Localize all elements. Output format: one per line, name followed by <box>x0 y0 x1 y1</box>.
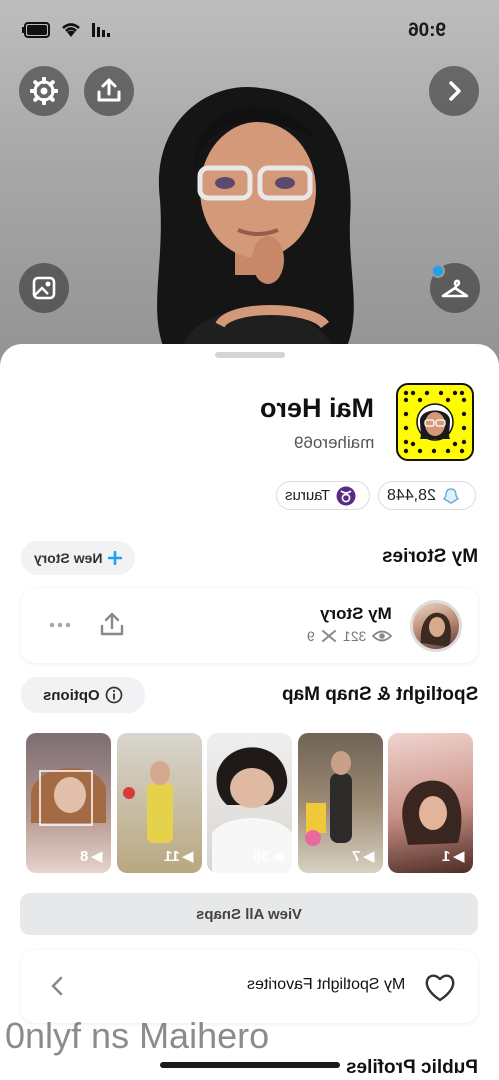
story-stats: 9 321 <box>236 628 392 644</box>
thumbnail-count: 1 ▶ <box>442 847 465 866</box>
share-profile-button[interactable] <box>84 66 134 116</box>
hanger-icon <box>441 279 469 298</box>
new-story-button[interactable]: New Story <box>21 541 135 575</box>
settings-button[interactable] <box>19 66 69 116</box>
spotlight-title: Spotlight & Snap Map <box>281 684 478 705</box>
status-time: 9:06 <box>408 20 447 41</box>
story-views: 321 <box>342 628 366 644</box>
more-icon[interactable] <box>49 621 71 629</box>
chevron-right-icon <box>449 81 461 101</box>
settings-icon <box>30 77 58 105</box>
favorites-label: My Spotlight Favorites <box>246 976 405 993</box>
view-all-label: View All Snaps <box>196 905 302 923</box>
public-profiles-title: Public Profiles <box>346 1057 478 1078</box>
zodiac-badge[interactable]: Taurus <box>276 481 370 510</box>
watermark-text: 0nlyf ns Maihero <box>5 1015 270 1056</box>
wifi-icon <box>62 23 80 37</box>
story-screenshots: 9 <box>306 628 315 644</box>
bitmoji-avatar[interactable] <box>140 80 370 370</box>
story-thumbnail <box>410 600 462 652</box>
status-icons <box>22 22 112 38</box>
snap-score-badge[interactable]: 28,448 <box>378 481 476 510</box>
chevron-left-icon <box>51 976 63 996</box>
my-story-card[interactable]: My Story 9 321 <box>21 588 478 663</box>
snap-score: 28,448 <box>387 486 436 504</box>
thumbnail-count: 11 ▶ <box>163 847 194 866</box>
display-name: Mai Hero <box>259 393 374 423</box>
new-story-label: New Story <box>33 550 103 566</box>
home-indicator[interactable] <box>160 1062 340 1068</box>
info-icon <box>105 686 123 704</box>
my-stories-title: My Stories <box>381 546 478 567</box>
story-photo <box>420 612 451 647</box>
screenshot-icon <box>321 630 336 642</box>
battery-icon <box>22 22 50 38</box>
next-button[interactable] <box>429 66 479 116</box>
spotlight-thumbnail[interactable]: 8 ▶ <box>26 733 111 873</box>
zodiac-label: Taurus <box>285 487 331 504</box>
share-icon <box>97 78 121 102</box>
thumbnail-count: 36 ▶ <box>252 847 284 866</box>
thumbnail-count: 7 ▶ <box>352 847 375 866</box>
options-label: Options <box>42 686 100 704</box>
story-name: My Story <box>320 604 392 623</box>
story-share-icon[interactable] <box>99 612 125 638</box>
spotlight-thumbnail[interactable]: 36 ▶ <box>207 733 292 873</box>
spotlight-favorites-card[interactable]: My Spotlight Favorites <box>21 950 478 1023</box>
drag-handle[interactable] <box>215 352 285 358</box>
spotlight-thumbnail[interactable]: 7 ▶ <box>298 733 383 873</box>
thumbnail-count: 8 ▶ <box>80 847 103 866</box>
spotlight-thumbnail[interactable]: 1 ▶ <box>388 733 473 873</box>
username: maihero69 <box>293 433 374 452</box>
gallery-icon <box>32 276 56 300</box>
ghost-icon <box>443 487 459 504</box>
heart-icon <box>425 974 455 1002</box>
signal-icon <box>92 23 110 37</box>
eye-icon <box>372 630 392 642</box>
notification-dot <box>431 264 445 278</box>
snapcode[interactable] <box>396 383 474 461</box>
options-button[interactable]: Options <box>21 677 145 713</box>
plus-icon <box>108 551 123 565</box>
taurus-icon <box>336 486 356 505</box>
gallery-button[interactable] <box>19 263 69 313</box>
spotlight-thumbnail[interactable]: 11 ▶ <box>117 733 202 873</box>
view-all-snaps-button[interactable]: View All Snaps <box>20 893 478 935</box>
snapcode-pattern <box>403 390 467 454</box>
bitmoji-background: 9:06 <box>0 0 499 372</box>
